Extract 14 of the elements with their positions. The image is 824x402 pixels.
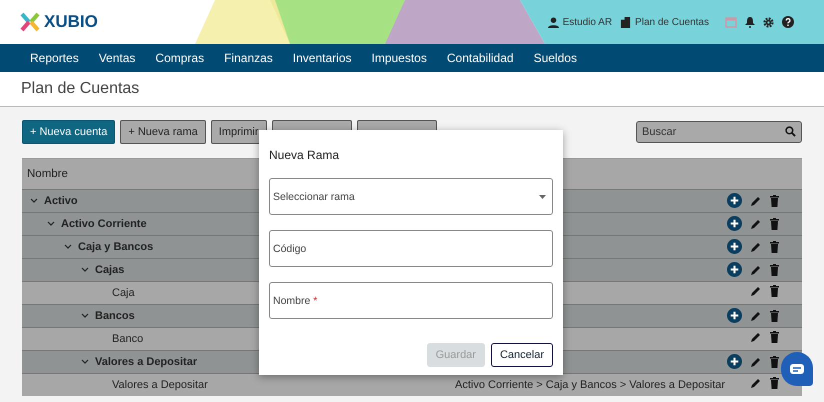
column-header: Nombre <box>27 168 68 180</box>
account-name: Bancos <box>95 310 135 322</box>
account-name: Activo Corriente <box>61 218 147 230</box>
account-name: Cajas <box>95 264 124 276</box>
logo-text: XUBIO <box>44 12 98 32</box>
account-name: Valores a Depositar <box>95 356 198 368</box>
account-name: Valores a Depositar <box>112 379 208 391</box>
dialog-title: Nueva Rama <box>269 148 340 162</box>
account-name: Banco <box>112 333 144 345</box>
page-title: Plan de Cuentas <box>21 80 140 98</box>
account-name: Caja <box>112 287 135 299</box>
account-name: Caja y Bancos <box>78 241 154 253</box>
account-path: Activo Corriente > Caja y Bancos > Valores a Depositar <box>455 379 726 391</box>
account-name: Activo <box>44 195 78 207</box>
